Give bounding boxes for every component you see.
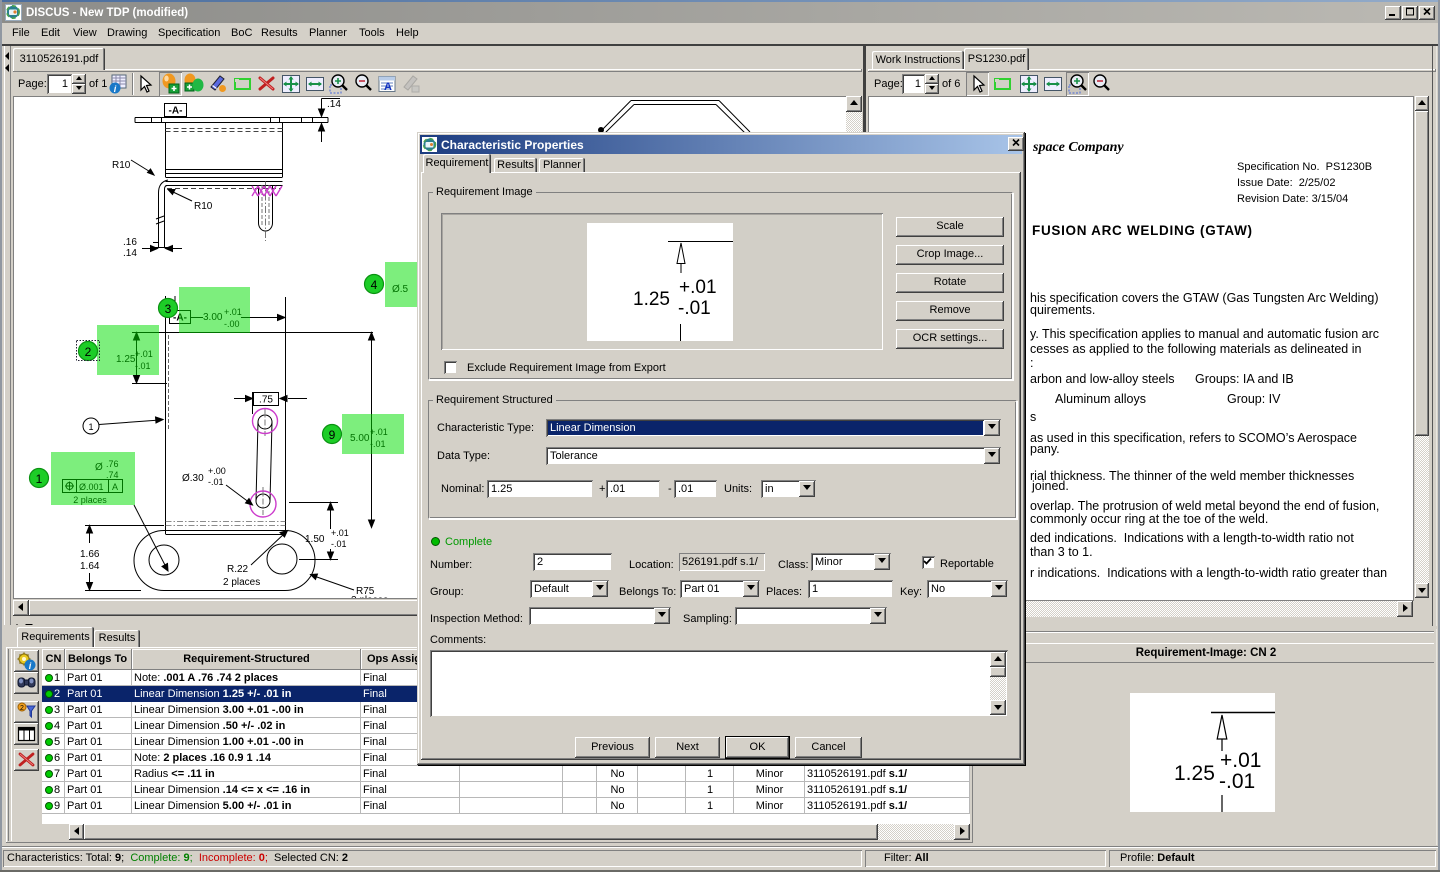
svg-text:+.01: +.01 [679,277,717,298]
svg-text:+.01: +.01 [331,528,349,538]
svg-text:-A-: -A- [169,106,183,117]
svg-text:1: 1 [88,422,93,432]
svg-text:-.01: -.01 [1219,770,1255,793]
svg-text:.14: .14 [123,248,137,259]
svg-text:+.00: +.00 [208,466,226,476]
svg-text:.75: .75 [259,395,273,406]
svg-text:-.01: -.01 [208,477,224,487]
svg-text:-.01: -.01 [331,539,347,549]
svg-text:-.01: -.01 [678,298,711,319]
svg-text:1.64: 1.64 [80,561,100,572]
svg-text:R10: R10 [112,160,131,171]
svg-text:R10: R10 [194,201,213,212]
svg-text:1.66: 1.66 [80,549,100,560]
svg-text:2 places: 2 places [223,577,260,588]
svg-text:.14: .14 [327,99,341,110]
svg-text:2: 2 [20,705,24,712]
svg-text:+.01: +.01 [1220,749,1261,772]
svg-text:A: A [384,81,392,93]
svg-text:.16: .16 [123,237,137,248]
svg-text:1.25: 1.25 [633,289,670,310]
svg-text:4: 4 [371,278,378,292]
svg-text:1.25: 1.25 [1174,762,1215,785]
svg-text:2 places: 2 places [351,595,388,599]
svg-text:9: 9 [329,428,336,442]
svg-text:R.22: R.22 [227,564,249,575]
svg-text:1: 1 [36,472,43,486]
svg-text:3: 3 [165,302,172,316]
svg-text:1.50: 1.50 [305,534,325,545]
svg-text:2: 2 [85,345,92,359]
svg-text:Ø.30: Ø.30 [182,473,204,484]
